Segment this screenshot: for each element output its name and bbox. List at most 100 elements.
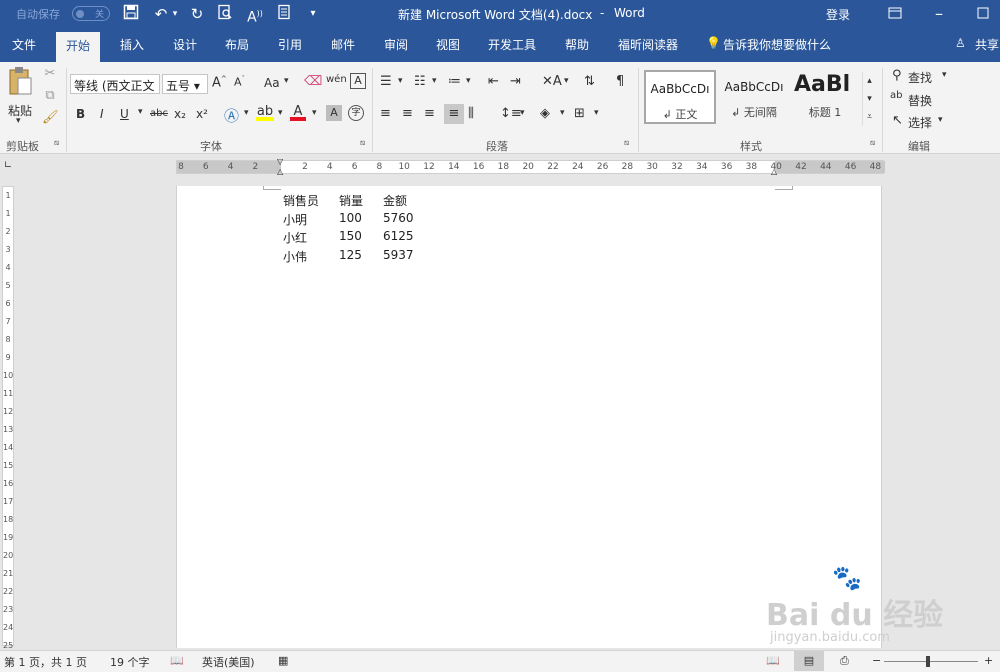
table-cell[interactable]: 小明 [283, 211, 307, 228]
undo-dropdown-icon[interactable]: ▾ [170, 4, 180, 24]
tab-file[interactable]: 文件 [12, 36, 36, 53]
tab-foxit-reader[interactable]: 福昕阅读器 [618, 36, 678, 53]
tab-references[interactable]: 引用 [278, 36, 302, 53]
save-icon[interactable] [120, 4, 142, 24]
clipboard-launcher-icon[interactable]: ⧅ [54, 138, 59, 148]
language-indicator[interactable]: 英语(美国) [202, 654, 255, 670]
subscript-button[interactable]: x₂ [174, 107, 186, 121]
multilevel-dropdown-icon[interactable]: ▾ [466, 76, 471, 86]
cut-icon[interactable]: ✂ [42, 66, 58, 81]
redo-icon[interactable]: ↻ [186, 4, 208, 24]
increase-indent-icon[interactable]: ⇥ [510, 74, 521, 89]
replace-button[interactable]: 替换 [908, 92, 932, 109]
show-marks-icon[interactable]: ¶ [616, 74, 624, 89]
underline-dropdown-icon[interactable]: ▾ [138, 107, 143, 117]
read-mode-icon[interactable]: 📖 [766, 654, 780, 667]
word-count[interactable]: 19 个字 [110, 654, 150, 670]
strikethrough-button[interactable]: abc [150, 108, 168, 119]
bullets-icon[interactable]: ☰ [380, 74, 392, 89]
table-cell[interactable]: 125 [339, 248, 362, 262]
table-cell[interactable]: 5937 [383, 248, 414, 262]
print-preview-icon[interactable] [214, 4, 236, 24]
table-cell[interactable]: 150 [339, 229, 362, 243]
font-name-combo[interactable]: 等线 (西文正文 [70, 74, 160, 94]
table-cell[interactable]: 100 [339, 211, 362, 225]
line-spacing-icon[interactable]: ↕≡ [500, 106, 522, 121]
right-indent-marker[interactable]: △ [771, 167, 777, 176]
tell-me-search[interactable]: 告诉我你想要做什么 [723, 36, 831, 53]
styles-gallery-scroll[interactable]: ▴ ▾ ⩡ [862, 72, 876, 126]
table-header-salesperson[interactable]: 销售员 [283, 192, 319, 209]
zoom-in-button[interactable]: + [984, 654, 993, 667]
table-cell[interactable]: 小伟 [283, 248, 307, 265]
sort-icon[interactable]: ⇅ [584, 74, 595, 89]
text-effects-dropdown-icon[interactable]: ▾ [244, 108, 249, 118]
tab-insert[interactable]: 插入 [120, 36, 144, 53]
web-layout-icon[interactable]: ⎙ [840, 654, 849, 668]
undo-icon[interactable]: ↶ [150, 4, 172, 24]
select-dropdown-icon[interactable]: ▾ [938, 115, 943, 125]
clear-formatting-icon[interactable]: ⌫ [304, 74, 322, 89]
table-cell[interactable]: 5760 [383, 211, 414, 225]
table-cell[interactable]: 小红 [283, 229, 307, 246]
format-painter-icon[interactable]: 🖌 [42, 110, 59, 125]
shading-dropdown-icon[interactable]: ▾ [560, 108, 565, 118]
style-no-spacing[interactable]: AaBbCcDı ↲ 无间隔 [718, 70, 790, 124]
macro-recording-icon[interactable]: ▦ [278, 654, 288, 667]
page-count[interactable]: 第 1 页，共 1 页 [4, 654, 87, 670]
find-button[interactable]: 查找 [908, 69, 932, 86]
tab-help[interactable]: 帮助 [565, 36, 589, 53]
zoom-slider-track[interactable] [884, 661, 978, 662]
zoom-out-button[interactable]: − [872, 654, 881, 667]
font-size-combo[interactable]: 五号 ▾ [162, 74, 208, 94]
align-left-icon[interactable]: ≡ [380, 106, 391, 121]
replace-icon[interactable]: ab [890, 90, 902, 101]
character-shading-icon[interactable]: A [326, 105, 342, 121]
font-color-dropdown-icon[interactable]: ▾ [312, 108, 317, 118]
paragraph-launcher-icon[interactable]: ⧅ [624, 138, 629, 148]
line-spacing-dropdown-icon[interactable]: ▾ [520, 108, 525, 118]
read-aloud-icon[interactable]: A)) [244, 4, 266, 26]
style-heading-1[interactable]: AaBl 标题 1 [790, 70, 860, 124]
autosave-toggle[interactable]: 关 [72, 6, 110, 21]
phonetic-guide-button[interactable]: wén [326, 74, 347, 85]
login-button[interactable]: 登录 [826, 6, 850, 23]
shading-icon[interactable]: ◈ [540, 106, 550, 121]
paste-dropdown-icon[interactable]: ▾ [16, 116, 21, 126]
share-button[interactable]: 共享 [975, 36, 999, 53]
grow-font-icon[interactable]: A^ [212, 75, 227, 90]
multilevel-list-icon[interactable]: ≔ [448, 74, 461, 89]
shrink-font-icon[interactable]: Aˇ [234, 75, 245, 89]
tab-home[interactable]: 开始 [56, 32, 101, 62]
tab-layout[interactable]: 布局 [225, 36, 249, 53]
superscript-button[interactable]: x² [196, 107, 208, 121]
zoom-slider-thumb[interactable] [926, 656, 930, 667]
minimize-icon[interactable]: – [928, 4, 950, 24]
share-icon[interactable]: ♙ [955, 36, 966, 50]
tab-review[interactable]: 审阅 [384, 36, 408, 53]
numbering-icon[interactable]: ☷ [414, 74, 426, 89]
table-header-amount[interactable]: 金额 [383, 192, 407, 209]
paste-icon[interactable] [6, 66, 34, 98]
tab-developer[interactable]: 开发工具 [488, 36, 536, 53]
enclose-characters-icon[interactable]: 字 [348, 105, 364, 121]
tab-view[interactable]: 视图 [436, 36, 460, 53]
text-effects-icon[interactable]: Ⓐ [224, 105, 239, 126]
numbering-dropdown-icon[interactable]: ▾ [432, 76, 437, 86]
select-button[interactable]: 选择 [908, 114, 932, 131]
touch-mode-icon[interactable] [274, 4, 296, 24]
table-header-quantity[interactable]: 销量 [339, 192, 363, 209]
copy-icon[interactable]: ⧉ [42, 88, 58, 103]
find-icon[interactable]: ⚲ [892, 68, 902, 83]
justify-icon[interactable]: ≡ [444, 104, 464, 124]
highlight-dropdown-icon[interactable]: ▾ [278, 108, 283, 118]
print-layout-icon[interactable]: ▤ [794, 651, 824, 671]
change-case-dropdown-icon[interactable]: ▾ [284, 76, 289, 86]
asian-layout-dropdown-icon[interactable]: ▾ [564, 76, 569, 86]
asian-layout-icon[interactable]: ✕A [542, 74, 562, 89]
italic-button[interactable]: I [100, 107, 104, 121]
vertical-ruler[interactable]: 1 1 2 3 4 5 6 7 8 9 10 11 12 13 14 15 16 17 18 19 20 21 22 23 24… [2, 186, 14, 650]
proofing-icon[interactable]: 📖 [170, 654, 184, 667]
first-line-indent-marker[interactable]: ▽ [277, 157, 283, 166]
underline-button[interactable]: U [120, 107, 129, 121]
